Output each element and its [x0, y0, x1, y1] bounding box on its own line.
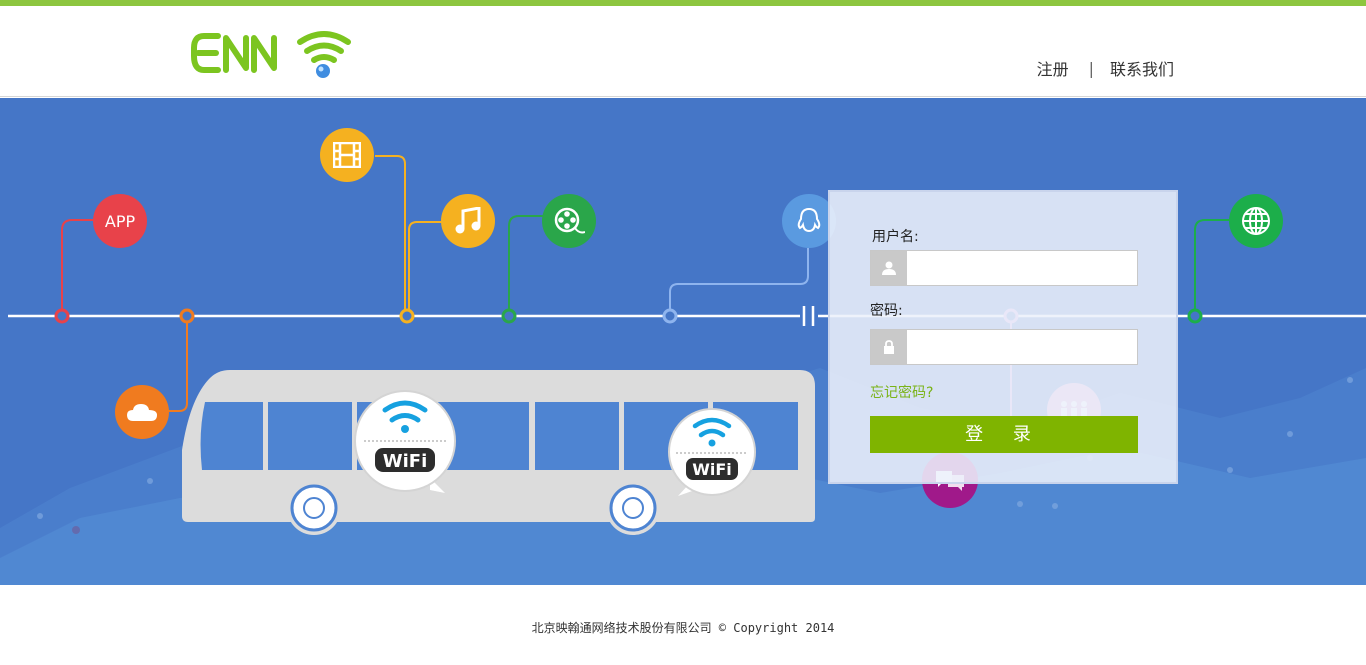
- svg-text:WiFi: WiFi: [692, 460, 732, 479]
- login-button[interactable]: 登 录: [870, 416, 1138, 453]
- copyright-text: 北京映翰通网络技术股份有限公司 © Copyright 2014: [531, 621, 835, 635]
- password-input[interactable]: [907, 330, 1137, 364]
- bus-illustration: WiFi WiFi: [182, 370, 815, 535]
- nav-separator: |: [1088, 58, 1094, 78]
- header: 注册 | 联系我们: [0, 6, 1366, 97]
- username-field: [870, 250, 1138, 286]
- password-label: 密码:: [870, 303, 903, 319]
- top-nav: 注册 | 联系我们: [1037, 56, 1174, 80]
- password-field: [870, 329, 1138, 365]
- contact-link[interactable]: 联系我们: [1110, 56, 1174, 80]
- music-icon: [441, 194, 495, 248]
- login-panel: 用户名: 密码: 忘记密码? 登 录: [828, 190, 1178, 484]
- lock-icon: [871, 330, 907, 364]
- username-input[interactable]: [907, 251, 1137, 285]
- forgot-password-link[interactable]: 忘记密码?: [870, 382, 933, 402]
- footer: 北京映翰通网络技术股份有限公司 © Copyright 2014: [0, 586, 1366, 665]
- app-icon: APP: [93, 194, 147, 248]
- app-icon-label: APP: [104, 211, 136, 231]
- svg-text:WiFi: WiFi: [383, 451, 428, 472]
- enn-logo[interactable]: [190, 26, 352, 82]
- hero-banner: WiFi WiFi APP 用户名: 密码: 忘记密码? 登 录: [0, 98, 1366, 585]
- globe-icon: [1229, 194, 1283, 248]
- cloud-icon: [115, 385, 169, 439]
- user-icon: [871, 251, 907, 285]
- film-icon: [320, 128, 374, 182]
- video-reel-icon: [542, 194, 596, 248]
- register-link[interactable]: 注册: [1037, 56, 1069, 80]
- username-label: 用户名:: [872, 229, 919, 245]
